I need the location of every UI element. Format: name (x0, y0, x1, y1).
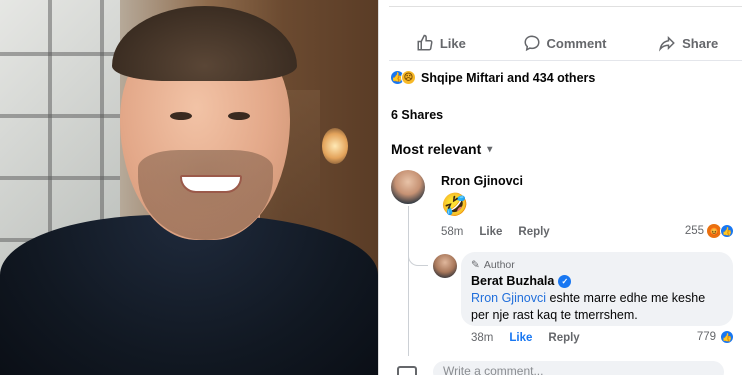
thread-line (408, 206, 409, 356)
sad-reaction-icon: ☹ (401, 70, 416, 85)
profile-photo (0, 0, 378, 375)
top-divider (389, 6, 742, 7)
comment-author[interactable]: Rron Gjinovci (441, 174, 523, 188)
camera-icon[interactable] (397, 366, 417, 375)
reply-like-button[interactable]: Like (509, 332, 532, 344)
author-badge-label: Author (483, 259, 515, 271)
comment-reaction-number: 255 (684, 225, 704, 237)
reaction-summary-text: Shqipe Miftari and 434 others (421, 70, 596, 85)
wall-lamp (322, 128, 348, 164)
facebook-post-panel: Like Comment Share 👍 ☹ Shqipe Miftari an… (378, 0, 750, 375)
angry-reaction-icon: 😡 (707, 224, 721, 238)
share-button[interactable]: Share (626, 28, 750, 58)
sort-label: Most relevant (391, 141, 482, 157)
person-eye-left (170, 112, 192, 120)
comment-input[interactable]: Write a comment... (433, 361, 724, 375)
reply-bubble: ✎ Author Berat Buzhala ✓ Rron Gjinovci e… (461, 252, 733, 326)
person-eye-right (228, 112, 250, 120)
comment-timestamp: 58m (441, 226, 464, 238)
share-arrow-icon (659, 35, 675, 52)
mention-link[interactable]: Rron Gjinovci (471, 291, 546, 305)
comment-reply-button[interactable]: Reply (518, 226, 549, 238)
reply-connector (408, 250, 428, 266)
share-label: Share (682, 35, 719, 51)
share-count[interactable]: 6 Shares (391, 108, 443, 122)
reply-reaction-count[interactable]: 779 👍 (697, 330, 734, 344)
speech-bubble-icon (524, 35, 540, 52)
like-reaction-icon: 👍 (720, 330, 734, 344)
comment-label: Comment (546, 35, 607, 51)
comment-emoji: 🤣 (441, 192, 469, 217)
person-smile (180, 175, 242, 193)
reply-author[interactable]: Berat Buzhala (471, 274, 554, 288)
reply-text: Rron Gjinovci eshte marre edhe me keshe … (471, 290, 723, 324)
reply-author-row: Berat Buzhala ✓ (471, 274, 723, 288)
like-label: Like (439, 35, 466, 51)
comment-reaction-count[interactable]: 255 😡 👍 (685, 224, 734, 238)
thumbs-up-icon (417, 34, 433, 51)
comment-button[interactable]: Comment (503, 28, 627, 58)
reply-reply-button[interactable]: Reply (548, 332, 579, 344)
comment-composer: Write a comment... (379, 358, 750, 375)
verified-icon: ✓ (558, 274, 572, 288)
post-action-bar: Like Comment Share (379, 28, 750, 58)
action-divider (389, 60, 742, 61)
reaction-summary[interactable]: 👍 ☹ Shqipe Miftari and 434 others (390, 70, 595, 85)
comment-meta: 58m Like Reply (441, 226, 550, 238)
person-hair (112, 6, 297, 81)
chevron-down-icon: ▾ (487, 143, 493, 155)
avatar[interactable] (433, 254, 457, 278)
comment-sort-dropdown[interactable]: Most relevant ▾ (391, 141, 492, 157)
reply-timestamp: 38m (471, 332, 494, 344)
reply-reaction-number: 779 (696, 331, 716, 343)
reaction-badges: 👍 ☹ (390, 70, 416, 85)
like-reaction-icon: 👍 (720, 224, 734, 238)
author-badge: ✎ Author (471, 259, 723, 271)
comment-like-button[interactable]: Like (479, 226, 502, 238)
like-button[interactable]: Like (379, 28, 503, 58)
avatar[interactable] (391, 170, 425, 204)
reply-meta: 38m Like Reply (471, 332, 580, 344)
pencil-icon: ✎ (471, 259, 480, 271)
